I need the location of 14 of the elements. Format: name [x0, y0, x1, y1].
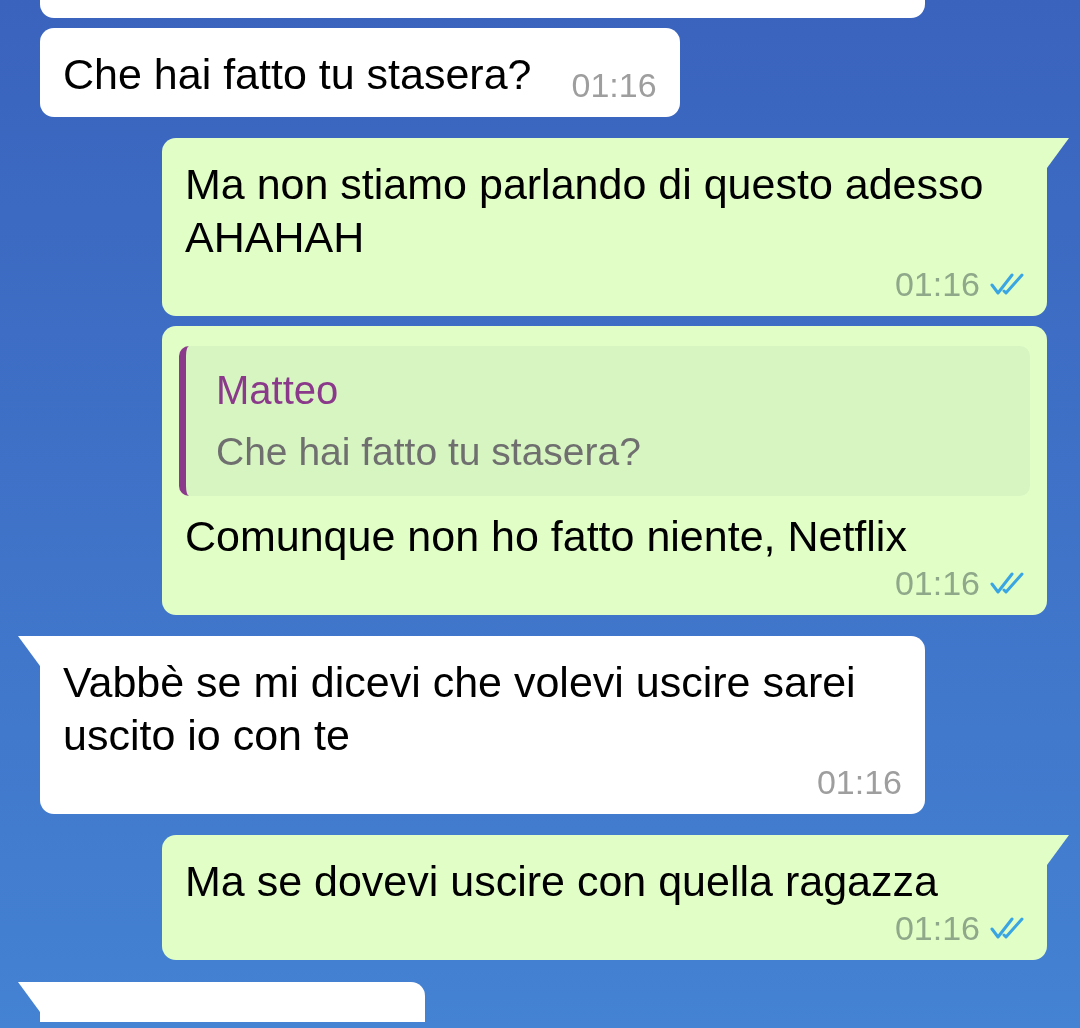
- message-time: 01:16: [894, 908, 980, 948]
- message-text: Comunque non ho fatto niente, Netflix: [185, 511, 907, 562]
- message-text: Ma non stiamo parlando di questo adesso AHAHAH: [185, 159, 985, 263]
- message-time: 01:16: [894, 563, 980, 603]
- quoted-author: Matteo: [216, 368, 340, 412]
- quoted-message[interactable]: Matteo Che hai fatto tu stasera?: [179, 346, 1030, 496]
- quoted-text: Che hai fatto tu stasera?: [216, 430, 642, 474]
- message-time: 01:16: [894, 264, 980, 304]
- bubble-tail: [18, 982, 40, 1012]
- message-text: Ma se dovevi uscire con quella ragazza: [185, 856, 938, 907]
- message-text: Che hai fatto tu stasera?: [63, 49, 532, 100]
- message-text: Vabbè se mi dicevi che volevi uscire sarei uscito io con te: [63, 657, 857, 761]
- message-time: 01:16: [816, 762, 902, 802]
- message-time: 01:16: [571, 65, 657, 105]
